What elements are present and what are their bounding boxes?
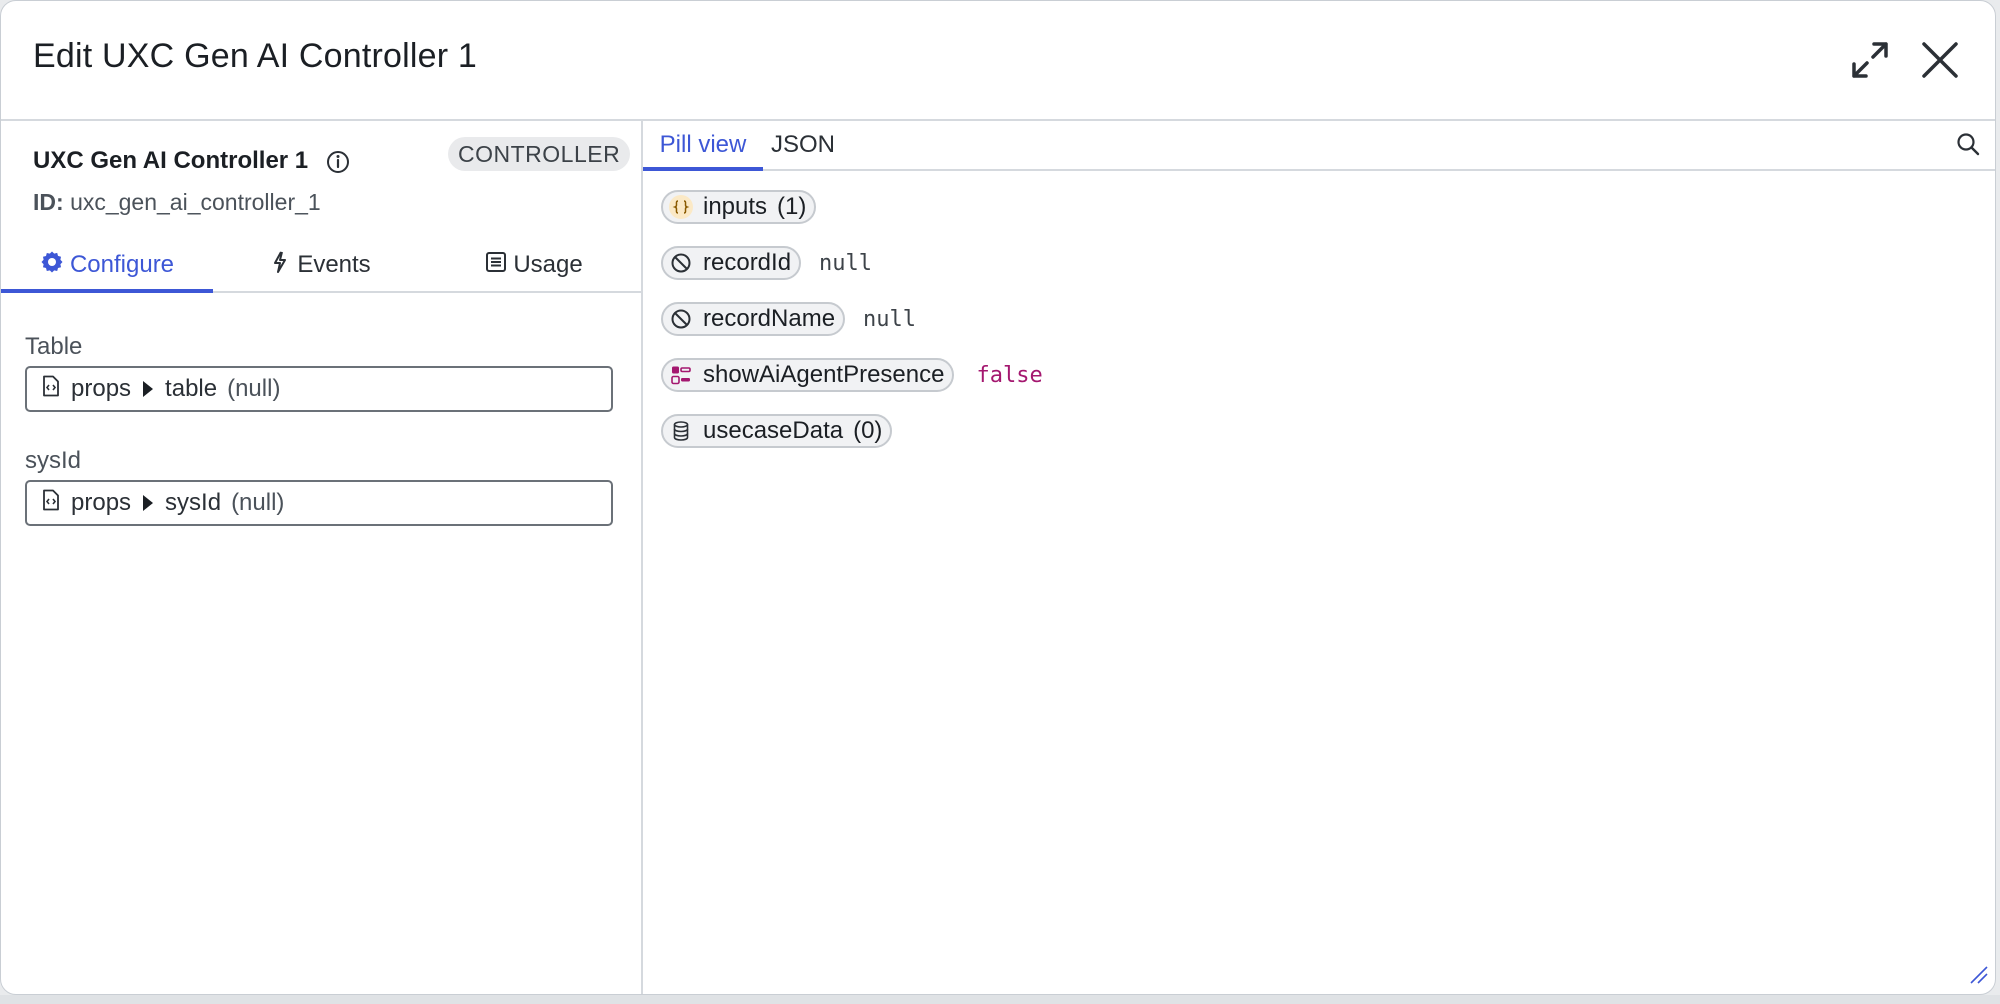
pill-row: showAiAgentPresence false [661,357,1043,393]
pill-row: recordId null [661,245,872,281]
pill-row: recordName null [661,301,916,337]
pill-showaiagentpresence[interactable]: showAiAgentPresence [661,358,955,392]
null-icon [669,307,693,331]
caret-right-icon [143,495,154,511]
tab-pill-view[interactable]: Pill view [643,121,763,171]
component-name: UXC Gen AI Controller 1 [33,147,309,174]
tab-json[interactable]: JSON [763,121,843,169]
field-table-label: Table [25,333,83,360]
binding-root: props [71,489,132,516]
info-icon[interactable] [325,149,351,180]
pill-value: false [976,362,1043,388]
pill-value: null [863,306,917,332]
component-id-value: uxc_gen_ai_controller_1 [70,189,321,215]
pill-recordname[interactable]: recordName [661,302,846,336]
data-panel: Pill view JSON inputs (1) recordId null … [643,121,1995,994]
modal-header: Edit UXC Gen AI Controller 1 [1,1,1995,121]
null-icon [669,251,693,275]
field-sysid-input[interactable]: props sysId (null) [25,480,613,526]
view-tabs: Pill view JSON [643,121,1995,171]
pill-label: inputs [703,193,768,220]
lightning-icon [269,250,291,281]
pill-row: inputs (1) [661,189,817,225]
pill-count: (0) [853,417,883,444]
component-id-label: ID: [33,189,64,215]
expand-button[interactable] [1843,35,1897,89]
gear-icon [40,250,64,281]
caret-right-icon [143,381,154,397]
tab-configure-label: Configure [69,251,175,278]
close-button[interactable] [1913,35,1967,89]
pill-label: usecaseData [703,417,844,444]
data-binding-icon [41,489,61,518]
binding-value: (null) [231,489,285,516]
close-icon [1920,40,1960,85]
binding-root: props [71,375,132,402]
edit-component-modal: Edit UXC Gen AI Controller 1 UXC Gen AI … [0,0,1996,995]
pill-row: usecaseData (0) [661,413,893,449]
tab-usage-label: Usage [513,251,583,278]
tab-usage[interactable]: Usage [427,239,641,291]
pill-label: recordId [703,249,792,276]
object-braces-icon [669,195,693,219]
tab-events-label: Events [297,251,371,278]
component-id: ID: uxc_gen_ai_controller_1 [33,189,321,216]
resize-grip-icon[interactable] [1967,963,1989,990]
pill-usecasedata[interactable]: usecaseData (0) [661,414,893,448]
component-type-badge: CONTROLLER [448,137,631,171]
expand-icon [1848,38,1892,87]
pill-value: null [819,250,873,276]
tab-events[interactable]: Events [213,239,427,291]
data-binding-icon [41,375,61,404]
binding-key: table [165,375,218,402]
binding-value: (null) [227,375,281,402]
modal-title: Edit UXC Gen AI Controller 1 [33,37,478,75]
search-icon[interactable] [1955,131,1981,162]
pill-recordid[interactable]: recordId [661,246,802,280]
field-sysid-label: sysId [25,447,82,474]
boolean-toggle-icon [669,363,693,387]
tab-configure[interactable]: Configure [1,239,213,293]
list-icon [485,251,507,280]
config-tabs: Configure Events Usage [1,239,641,293]
field-table-input[interactable]: props table (null) [25,366,613,412]
database-icon [669,419,693,443]
background-strip [0,995,2000,1004]
config-panel: UXC Gen AI Controller 1 CONTROLLER ID: u… [1,121,643,994]
binding-key: sysId [165,489,222,516]
pill-label: showAiAgentPresence [703,361,945,388]
pill-count: (1) [777,193,807,220]
pill-inputs[interactable]: inputs (1) [661,190,817,224]
pill-label: recordName [703,305,836,332]
